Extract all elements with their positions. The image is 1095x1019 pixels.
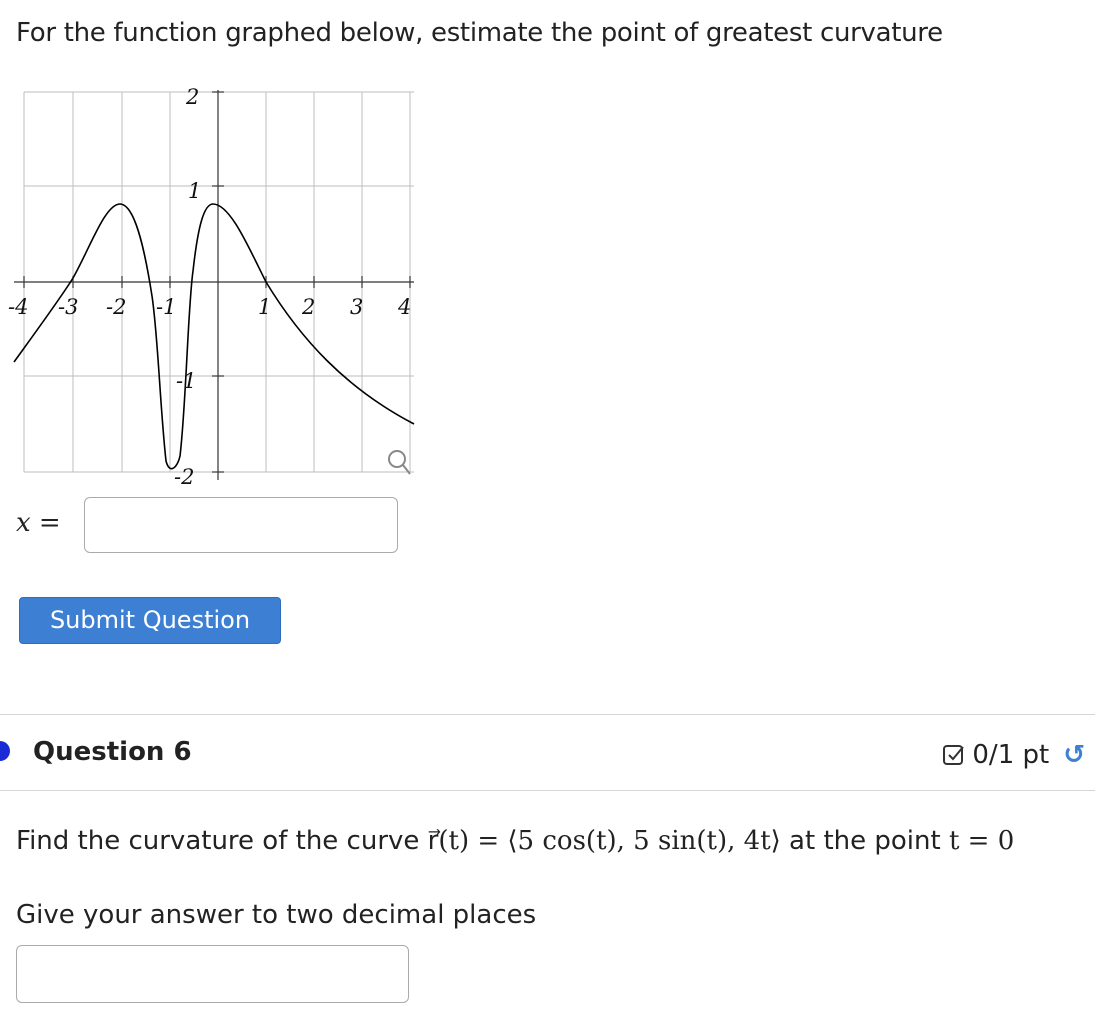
x-tick-label: 4 — [397, 295, 411, 319]
question-text: Find the curvature of the curve r⃗(t) = … — [16, 826, 1014, 856]
divider — [0, 790, 1095, 791]
question-title: Question 6 — [33, 737, 192, 767]
x-tick-label: 3 — [350, 295, 363, 319]
y-tick-label: -2 — [174, 465, 194, 489]
y-tick-label: -1 — [176, 369, 196, 393]
divider — [0, 714, 1095, 715]
retry-icon[interactable]: ↺ — [1063, 740, 1085, 770]
checkbox-icon — [943, 745, 965, 765]
x-tick-label: 1 — [258, 295, 271, 319]
x-tick-label: -4 — [8, 295, 28, 319]
x-tick-label: -1 — [156, 295, 176, 319]
score-display: 0/1 pt ↺ — [942, 740, 1085, 770]
question-text-part: at the point — [780, 826, 949, 856]
score-text: 0/1 pt — [972, 740, 1050, 770]
question-text-part: Find the curvature of the curve — [16, 826, 428, 856]
question-prompt: For the function graphed below, estimate… — [16, 18, 943, 48]
answer-label: x = — [16, 508, 61, 538]
curvature-answer-input[interactable] — [16, 945, 409, 1003]
function-graph: -4 -3 -2 -1 1 2 3 4 2 1 -1 -2 — [8, 85, 415, 489]
question-status-dot — [0, 741, 10, 761]
y-tick-label: 1 — [188, 179, 201, 203]
y-tick-label: 2 — [185, 85, 199, 109]
answer-hint: Give your answer to two decimal places — [16, 900, 537, 930]
answer-input[interactable] — [84, 497, 398, 553]
point-value: t = 0 — [948, 826, 1015, 856]
x-tick-label: -2 — [106, 295, 126, 319]
x-tick-label: 2 — [301, 295, 315, 319]
axes — [14, 90, 414, 480]
curve-formula: r⃗(t) = ⟨5 cos(t), 5 sin(t), 4t⟩ — [427, 826, 781, 856]
magnifier-icon[interactable] — [388, 450, 411, 475]
submit-question-button[interactable]: Submit Question — [19, 597, 281, 644]
function-curve — [13, 203, 415, 470]
x-tick-label: -3 — [58, 295, 78, 319]
